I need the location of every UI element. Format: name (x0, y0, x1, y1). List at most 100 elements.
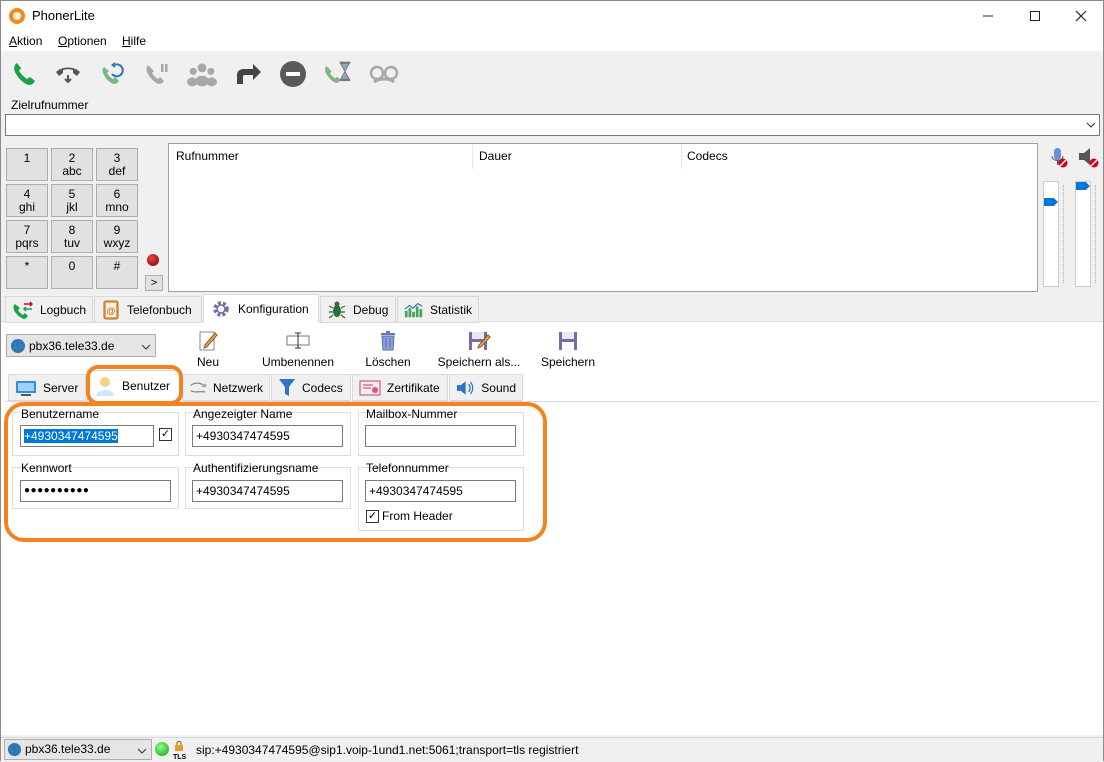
account-selector[interactable]: pbx36.tele33.de (6, 334, 156, 357)
subtab-zertifikate-label: Zertifikate (387, 380, 440, 395)
globe-icon (11, 339, 25, 353)
subtab-server[interactable]: Server (8, 374, 86, 401)
trash-icon (381, 331, 395, 351)
column-separator (472, 145, 473, 169)
call-icon[interactable] (9, 59, 39, 89)
tab-telefonbuch-label: Telefonbuch (127, 302, 192, 317)
highlight-benutzer-tab (86, 365, 183, 405)
tick-marks (1095, 185, 1097, 283)
subtab-codecs[interactable]: Codecs (271, 374, 351, 401)
conference-icon[interactable] (187, 59, 217, 89)
subtab-server-label: Server (43, 380, 79, 395)
keypad-key[interactable]: 1 (6, 148, 48, 181)
keypad-key[interactable]: 2 abc (51, 148, 93, 181)
save-as-icon (469, 332, 491, 350)
logbook-icon (13, 300, 34, 319)
tab-statistik-label: Statistik (429, 302, 472, 317)
keypad-letters: tuv (63, 236, 80, 250)
keypad-key[interactable]: 8 tuv (51, 220, 93, 253)
keypad-letters: mno (105, 200, 129, 214)
microphone-volume-slider[interactable] (1043, 181, 1059, 287)
account-selector-value: pbx36.tele33.de (29, 339, 115, 353)
keypad-key[interactable]: * (6, 256, 48, 289)
keypad-digit: 1 (23, 151, 31, 165)
phonerlite-logo-icon (9, 8, 25, 24)
loeschen-label: Löschen (365, 355, 411, 369)
forward-icon[interactable] (233, 59, 263, 89)
tick-marks (1063, 185, 1065, 283)
tab-logbuch-label: Logbuch (39, 302, 86, 317)
microphone-mute-icon[interactable] (1048, 147, 1070, 172)
maximize-icon[interactable] (1012, 1, 1058, 31)
umbenennen-label: Umbenennen (261, 355, 335, 369)
call-waiting-icon[interactable] (322, 59, 352, 89)
tls-lock-icon: TLS (173, 740, 191, 761)
tab-telefonbuch[interactable]: @ Telefonbuch (94, 296, 202, 323)
status-led-icon (147, 254, 159, 266)
tab-logbuch[interactable]: Logbuch (5, 296, 93, 323)
loeschen-button[interactable]: Löschen (361, 330, 415, 369)
column-separator (681, 145, 682, 169)
certificate-icon (359, 380, 381, 395)
subtab-netzwerk[interactable]: Netzwerk (182, 374, 270, 401)
keypad-key[interactable]: 4 ghi (6, 184, 48, 217)
globe-icon (7, 742, 22, 757)
umbenennen-button[interactable]: Umbenennen (256, 330, 340, 369)
neu-button[interactable]: Neu (187, 330, 229, 369)
keypad-key[interactable]: 5 jkl (51, 184, 93, 217)
status-account-value: pbx36.tele33.de (25, 742, 111, 756)
keypad-key[interactable]: 6 mno (96, 184, 138, 217)
keypad-letters: jkl (66, 200, 78, 214)
dial-number-combobox[interactable] (5, 114, 1100, 136)
keypad-letters: def (108, 164, 126, 178)
keypad-digit: # (113, 259, 121, 273)
keypad-key[interactable]: 0 (51, 256, 93, 289)
speichern-als-button[interactable]: Speichern als... (431, 330, 527, 369)
close-icon[interactable] (1058, 1, 1104, 31)
speaker-icon (456, 380, 474, 395)
chevron-down-icon (137, 748, 147, 754)
speaker-mute-icon[interactable] (1078, 147, 1100, 172)
subtab-sound[interactable]: Sound (449, 374, 523, 401)
keypad-letters: ghi (18, 200, 35, 214)
subtab-netzwerk-label: Netzwerk (212, 380, 263, 395)
status-account-selector[interactable]: pbx36.tele33.de (4, 739, 152, 760)
subtab-zertifikate[interactable]: Zertifikate (352, 374, 448, 401)
column-header-codecs[interactable]: Codecs (687, 149, 728, 163)
tab-konfiguration[interactable]: Konfiguration (203, 294, 319, 323)
keypad-key[interactable]: 9 wxyz (96, 220, 138, 253)
chevron-down-icon (141, 344, 151, 350)
hold-icon[interactable] (141, 59, 171, 89)
menu-hilfe[interactable]: Hilfe (122, 34, 146, 48)
calls-table[interactable] (168, 143, 1038, 292)
speichern-button[interactable]: Speichern (537, 330, 599, 369)
tab-debug[interactable]: Debug (320, 296, 396, 323)
server-icon (16, 380, 36, 396)
callback-icon[interactable] (97, 59, 127, 89)
menu-aktion[interactable]: Aktion (9, 34, 42, 48)
dial-label: Zielrufnummer (11, 98, 89, 112)
subtab-codecs-label: Codecs (302, 380, 343, 395)
minimize-icon[interactable] (965, 1, 1011, 31)
statistics-icon (404, 302, 423, 317)
keypad-key[interactable]: # (96, 256, 138, 289)
column-header-dauer[interactable]: Dauer (479, 149, 512, 163)
hangup-icon[interactable] (53, 59, 83, 89)
speichern-als-label: Speichern als... (437, 355, 521, 369)
keypad-key[interactable]: 7 pqrs (6, 220, 48, 253)
new-document-icon (199, 331, 218, 351)
menu-optionen[interactable]: Optionen (58, 34, 107, 48)
tab-debug-label: Debug (353, 302, 389, 317)
app-window: PhonerLite Aktion Optionen Hilfe Zielruf… (0, 0, 1104, 761)
column-header-rufnummer[interactable]: Rufnummer (176, 149, 239, 163)
dnd-icon[interactable] (278, 59, 308, 89)
incognito-icon[interactable] (367, 59, 401, 89)
registration-status-text: sip:+4930347474595@sip1.voip-1und1.net:5… (196, 743, 579, 757)
keypad-expand-button[interactable]: > (145, 275, 163, 291)
keypad-digit: * (24, 259, 30, 273)
tab-statistik[interactable]: Statistik (397, 296, 479, 323)
rename-icon (286, 332, 310, 349)
bug-icon (328, 301, 346, 318)
speaker-volume-slider[interactable] (1075, 181, 1091, 287)
keypad-key[interactable]: 3 def (96, 148, 138, 181)
